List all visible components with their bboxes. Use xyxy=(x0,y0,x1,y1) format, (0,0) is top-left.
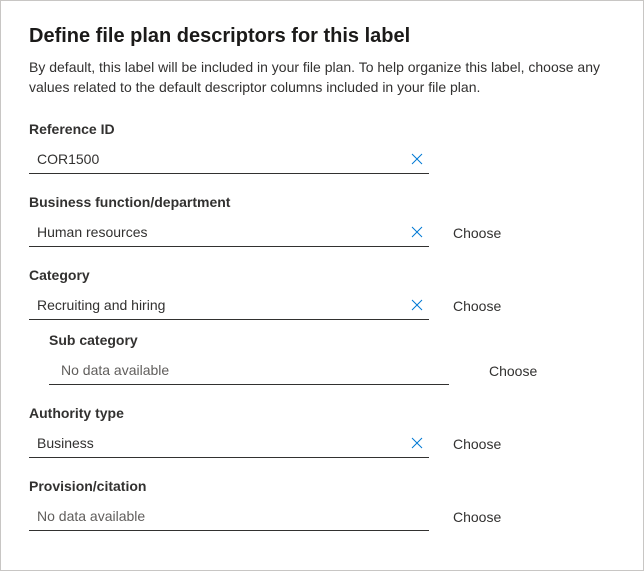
business-function-value: Human resources xyxy=(37,224,409,240)
authority-type-choose-button[interactable]: Choose xyxy=(453,436,501,452)
field-provision-citation: Provision/citation No data available Cho… xyxy=(29,478,615,531)
reference-id-input[interactable]: COR1500 xyxy=(29,145,429,174)
provision-citation-input[interactable]: No data available xyxy=(29,502,429,531)
sub-category-value: No data available xyxy=(61,362,445,378)
clear-icon[interactable] xyxy=(409,297,425,313)
business-function-choose-button[interactable]: Choose xyxy=(453,225,501,241)
category-input[interactable]: Recruiting and hiring xyxy=(29,291,429,320)
business-function-label: Business function/department xyxy=(29,194,615,210)
reference-id-value: COR1500 xyxy=(37,151,409,167)
category-label: Category xyxy=(29,267,615,283)
field-reference-id: Reference ID COR1500 xyxy=(29,121,615,174)
sub-category-input[interactable]: No data available xyxy=(49,356,449,385)
provision-citation-value: No data available xyxy=(37,508,425,524)
clear-icon[interactable] xyxy=(409,224,425,240)
file-plan-panel: Define file plan descriptors for this la… xyxy=(0,0,644,571)
page-description: By default, this label will be included … xyxy=(29,58,615,97)
reference-id-label: Reference ID xyxy=(29,121,615,137)
authority-type-value: Business xyxy=(37,435,409,451)
sub-category-choose-button[interactable]: Choose xyxy=(489,363,537,379)
field-business-function: Business function/department Human resou… xyxy=(29,194,615,247)
sub-category-label: Sub category xyxy=(49,332,615,348)
authority-type-label: Authority type xyxy=(29,405,615,421)
field-category: Category Recruiting and hiring Choose Su… xyxy=(29,267,615,385)
page-title: Define file plan descriptors for this la… xyxy=(29,25,615,48)
clear-icon[interactable] xyxy=(409,435,425,451)
field-sub-category: Sub category No data available Choose xyxy=(49,332,615,385)
authority-type-input[interactable]: Business xyxy=(29,429,429,458)
field-authority-type: Authority type Business Choose xyxy=(29,405,615,458)
clear-icon[interactable] xyxy=(409,151,425,167)
category-choose-button[interactable]: Choose xyxy=(453,298,501,314)
category-value: Recruiting and hiring xyxy=(37,297,409,313)
business-function-input[interactable]: Human resources xyxy=(29,218,429,247)
provision-citation-choose-button[interactable]: Choose xyxy=(453,509,501,525)
provision-citation-label: Provision/citation xyxy=(29,478,615,494)
